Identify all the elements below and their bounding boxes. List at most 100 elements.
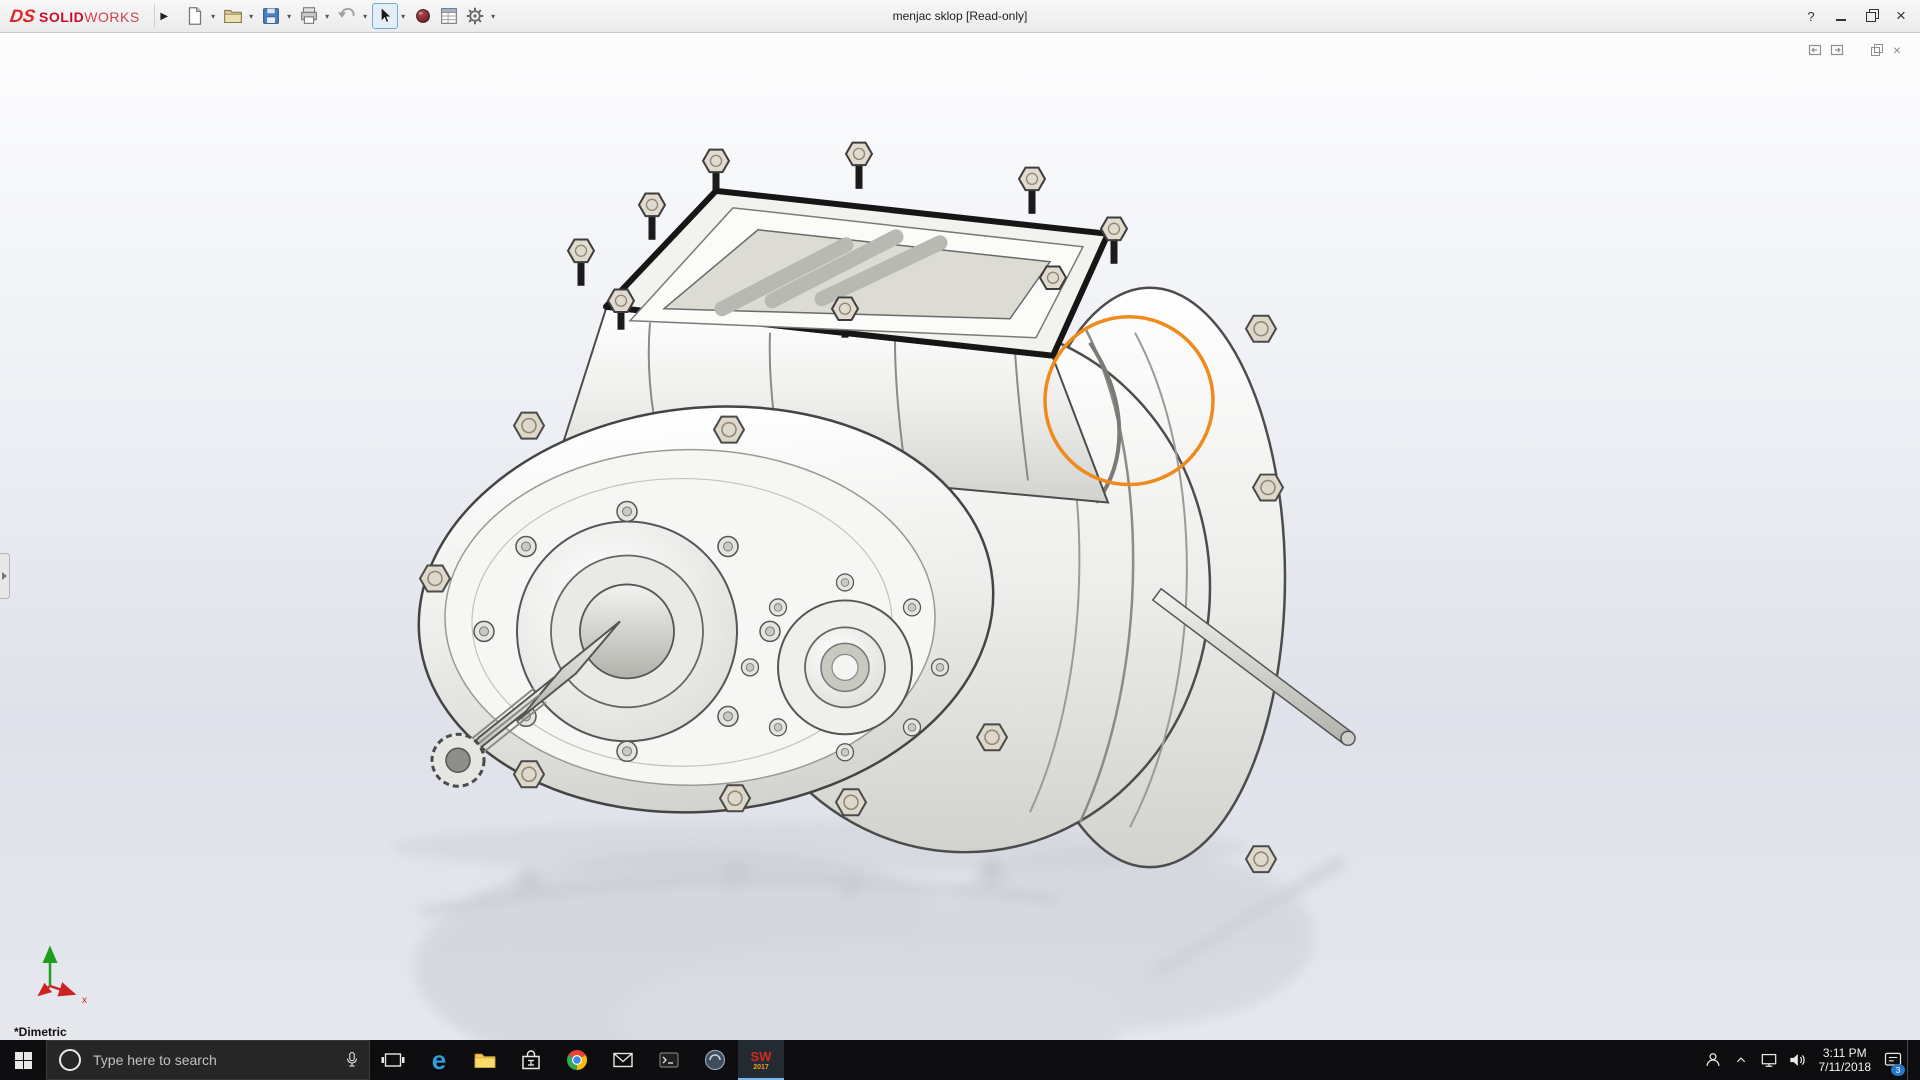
system-tray: 3:11 PM 7/11/2018 3 xyxy=(1699,1040,1920,1080)
gearbox-model xyxy=(390,141,1356,1040)
new-document-button[interactable] xyxy=(182,3,208,29)
x-axis-arrow xyxy=(49,982,77,997)
solidworks-app-icon: SW 2017 xyxy=(750,1048,772,1071)
file-properties-button[interactable] xyxy=(436,3,462,29)
taskbar-app-button[interactable] xyxy=(692,1040,738,1080)
window-controls: ? × xyxy=(1796,0,1916,32)
taskbar: e xyxy=(0,1040,1920,1080)
model-reflection xyxy=(414,845,1345,1040)
edge-icon: e xyxy=(431,1045,447,1075)
new-document-icon xyxy=(188,7,201,25)
display-pane-expand-icon xyxy=(1808,44,1822,56)
taskbar-store-button[interactable] xyxy=(508,1040,554,1080)
action-center-button[interactable]: 3 xyxy=(1879,1040,1907,1080)
minimize-icon xyxy=(1836,19,1846,21)
app-icon xyxy=(704,1049,726,1071)
file-explorer-icon xyxy=(474,1053,496,1068)
people-icon xyxy=(1706,1053,1719,1066)
taskbar-clock[interactable]: 3:11 PM 7/11/2018 xyxy=(1811,1040,1880,1080)
network-button[interactable] xyxy=(1755,1040,1783,1080)
chevron-down-icon: ▾ xyxy=(287,11,292,21)
chevron-down-icon: ▾ xyxy=(491,11,496,21)
select-cursor-icon xyxy=(380,7,392,23)
speaker-icon xyxy=(1789,1054,1805,1066)
chrome-icon xyxy=(567,1050,587,1070)
terminal-icon xyxy=(659,1052,679,1068)
open-dropdown[interactable]: ▾ xyxy=(246,3,257,29)
chevron-down-icon: ▾ xyxy=(363,11,368,21)
chevron-down-icon: ▾ xyxy=(249,11,254,21)
orientation-triad[interactable]: x xyxy=(22,934,94,1006)
view-orientation-label: *Dimetric xyxy=(14,1025,67,1039)
close-icon: × xyxy=(1896,6,1906,25)
featuremanager-expand-icon xyxy=(1830,44,1844,56)
microphone-button[interactable] xyxy=(335,1041,369,1079)
options-dropdown[interactable]: ▾ xyxy=(488,3,499,29)
save-dropdown[interactable]: ▾ xyxy=(284,3,295,29)
taskbar-search[interactable] xyxy=(46,1040,370,1080)
taskbar-mail-button[interactable] xyxy=(600,1040,646,1080)
options-button[interactable] xyxy=(462,3,488,29)
display-pane-expand-button[interactable] xyxy=(1804,41,1826,59)
chevron-down-icon: ▾ xyxy=(325,11,330,21)
people-button[interactable] xyxy=(1699,1040,1727,1080)
print-icon xyxy=(300,7,317,24)
help-button[interactable]: ? xyxy=(1796,3,1826,29)
handle-arrow-icon xyxy=(2,572,7,580)
chevron-down-icon: ▾ xyxy=(211,11,216,21)
ds-logo: DS xyxy=(8,5,37,26)
featuremanager-collapse-handle[interactable] xyxy=(0,553,10,599)
open-button[interactable] xyxy=(220,3,246,29)
chevron-up-icon xyxy=(1736,1057,1745,1063)
mail-envelope-icon xyxy=(613,1052,633,1068)
help-icon: ? xyxy=(1807,8,1815,24)
logo-solid-text: SOLID xyxy=(39,8,85,25)
show-desktop-button[interactable] xyxy=(1907,1040,1920,1080)
graphics-area[interactable]: × x *Dimetric xyxy=(0,33,1920,1040)
save-button[interactable] xyxy=(258,3,284,29)
minimize-button[interactable] xyxy=(1826,3,1856,29)
properties-table-icon xyxy=(440,8,457,24)
cortana-icon xyxy=(59,1049,81,1071)
taskbar-chrome-button[interactable] xyxy=(554,1040,600,1080)
select-tool-button[interactable] xyxy=(371,3,398,29)
close-button[interactable]: × xyxy=(1886,3,1916,29)
select-tool-dropdown[interactable]: ▾ xyxy=(398,3,409,29)
task-view-button[interactable] xyxy=(370,1040,416,1080)
gear-icon xyxy=(466,7,483,25)
doc-restore-button[interactable] xyxy=(1864,41,1886,59)
undo-dropdown[interactable]: ▾ xyxy=(360,3,371,29)
taskbar-file-explorer-button[interactable] xyxy=(462,1040,508,1080)
network-icon xyxy=(1761,1053,1776,1067)
open-folder-icon xyxy=(223,9,242,24)
undo-button[interactable] xyxy=(334,3,360,29)
store-bag-icon xyxy=(522,1050,540,1070)
microphone-icon xyxy=(346,1051,358,1067)
restore-button[interactable] xyxy=(1856,3,1886,29)
clock-date: 7/11/2018 xyxy=(1818,1060,1872,1074)
appearance-button[interactable] xyxy=(410,3,436,29)
undo-arrow-icon xyxy=(337,7,355,18)
flyout-arrow-icon: ▶ xyxy=(160,10,169,22)
save-floppy-icon xyxy=(262,8,279,24)
menu-flyout-button[interactable]: ▶ xyxy=(153,4,174,28)
featuremanager-expand-button[interactable] xyxy=(1826,41,1848,59)
taskbar-solidworks-button[interactable]: SW 2017 xyxy=(738,1040,784,1080)
taskbar-edge-button[interactable]: e xyxy=(416,1040,462,1080)
titlebar: DS SOLID WORKS ▶ ▾ ▾ ▾ ▾ ▾ ▾ ▾ menjac sk… xyxy=(0,0,1920,33)
print-dropdown[interactable]: ▾ xyxy=(322,3,333,29)
doc-close-icon: × xyxy=(1892,42,1902,58)
document-window-controls: × xyxy=(1804,41,1908,59)
search-input[interactable] xyxy=(91,1051,335,1069)
print-button[interactable] xyxy=(296,3,322,29)
doc-close-button[interactable]: × xyxy=(1886,41,1908,59)
windows-logo-icon xyxy=(14,1051,32,1069)
start-button[interactable] xyxy=(0,1040,46,1080)
appearance-sphere-icon xyxy=(415,9,430,23)
chevron-down-icon: ▾ xyxy=(401,11,406,21)
solidworks-logo: DS SOLID WORKS xyxy=(8,5,140,27)
tray-overflow-button[interactable] xyxy=(1727,1040,1755,1080)
new-document-dropdown[interactable]: ▾ xyxy=(208,3,219,29)
taskbar-terminal-button[interactable] xyxy=(646,1040,692,1080)
volume-button[interactable] xyxy=(1783,1040,1811,1080)
